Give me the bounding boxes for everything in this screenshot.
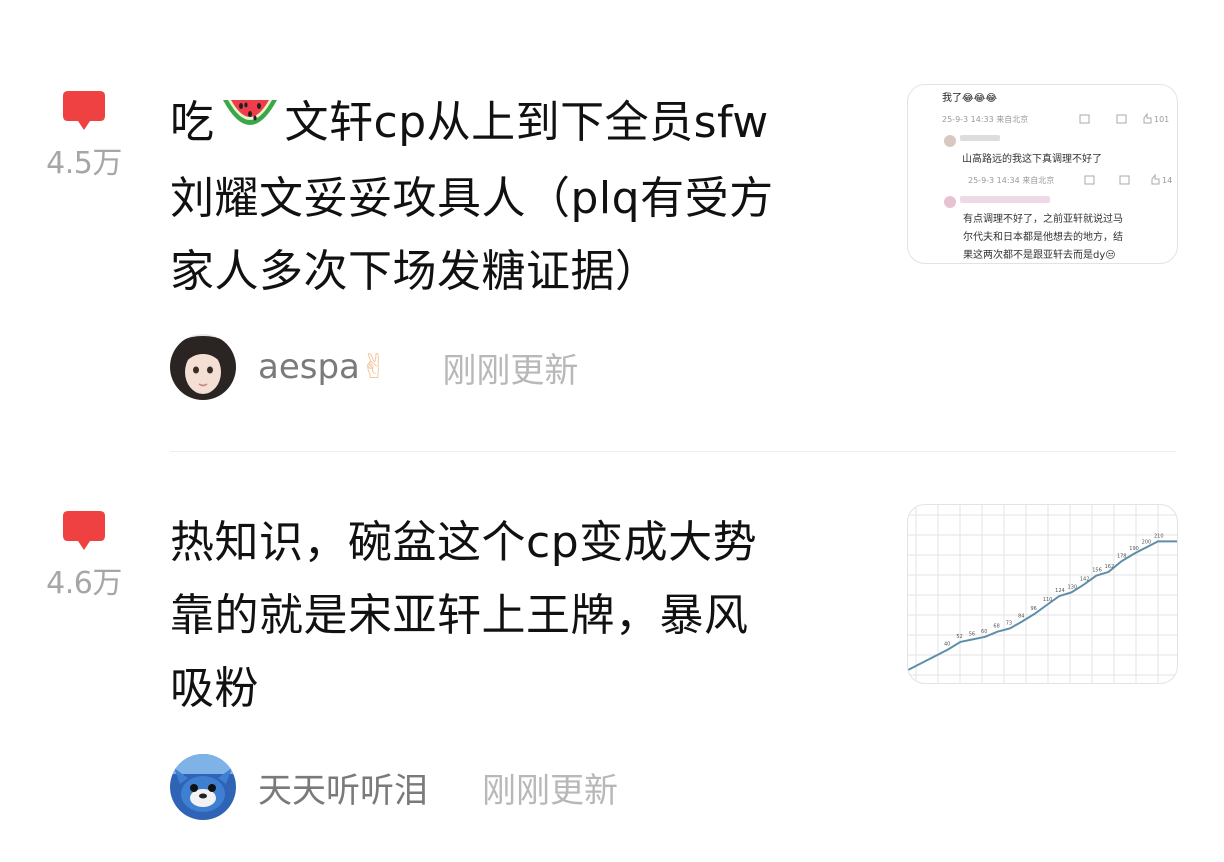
chart-point-label: 142 (1080, 577, 1090, 583)
chart-point-label: 130 (1068, 584, 1078, 590)
like-icon (1143, 112, 1152, 124)
update-time: 刚刚更新 (482, 770, 618, 811)
chart-point-label: 210 (1154, 533, 1164, 539)
avatar[interactable] (170, 754, 236, 820)
growth-line-chart: 40 52 56 60 68 73 84 96 110124130142156162178190… (908, 505, 1177, 683)
comment-count: 4.6万 (46, 566, 122, 601)
post-thumbnail[interactable]: 40 52 56 60 68 73 84 96 110 124 130 142 156 162 178 190… (907, 504, 1178, 684)
share-icon (1079, 114, 1090, 124)
chart-series-line (908, 540, 1177, 671)
title-line: 吸粉 (170, 663, 259, 714)
chart-point-label: 162 (1105, 564, 1115, 570)
post-title[interactable]: 吃 文轩cp从上到下全员sfw 刘耀文妥妥攻具人（plq有受方 家人多次下场发糖… (170, 86, 870, 308)
chart-point-label: 96 (1030, 606, 1036, 612)
comment-bubble-icon (63, 91, 105, 130)
comment-bubble-icon (63, 511, 105, 550)
comment-count-block: 4.5万 (36, 90, 132, 182)
thumb-like-count: 101 (1154, 115, 1169, 124)
post-thumbnail[interactable]: 我了😂😂😂 25-9-3 14:33 来自北京 101 山高路远的我这下真调理不… (907, 84, 1178, 264)
title-line: 吃 (170, 97, 215, 148)
author-name[interactable]: 天天听听泪 (258, 763, 428, 812)
title-line: 热知识，碗盆这个cp变成大势 (170, 517, 758, 568)
author-name[interactable]: aespa✌ (258, 347, 388, 387)
chart-point-label: 190 (1129, 546, 1139, 552)
thumb-comment-text: 果这两次都不是跟亚轩去而是dy😒 (963, 248, 1116, 261)
chart-point-label: 40 (944, 642, 950, 648)
thumb-comment-text: 尔代夫和日本都是他想去的地方，结 (963, 230, 1123, 243)
chart-point-label: 124 (1055, 588, 1065, 594)
title-line: 刘耀文妥妥攻具人（plq有受方 (170, 172, 774, 224)
comment-count: 4.5万 (46, 146, 122, 181)
chart-point-label: 84 (1018, 614, 1024, 620)
author-name-text: aespa (258, 347, 360, 387)
comment-icon (1116, 114, 1127, 124)
chart-point-label: 178 (1117, 554, 1127, 560)
thumb-comment-text: 山高路远的我这下真调理不好了 (962, 152, 1102, 165)
comment-count-block: 4.6万 (36, 510, 132, 602)
thumb-comment-text: 有点调理不好了，之前亚轩就说过马 (963, 212, 1123, 225)
chart-point-label: 56 (969, 631, 975, 637)
post-item[interactable]: 4.6万 热知识，碗盆这个cp变成大势 靠的就是宋亚轩上王牌，暴风 吸粉 天天听… (0, 452, 1224, 862)
post-item[interactable]: 4.5万 吃 文轩cp从上到下全员sfw 刘耀文妥妥攻具人（plq有受方 家人多… (0, 0, 1224, 452)
chart-point-label: 156 (1092, 568, 1102, 574)
thumb-comment-meta: 25-9-3 14:33 来自北京 (942, 114, 1028, 124)
avatar[interactable] (170, 334, 236, 400)
title-line: 家人多次下场发糖证据） (170, 245, 660, 297)
chart-point-label: 68 (993, 624, 999, 630)
post-title[interactable]: 热知识，碗盆这个cp变成大势 靠的就是宋亚轩上王牌，暴风 吸粉 (170, 506, 870, 725)
chart-point-label: 200 (1142, 540, 1152, 546)
thumb-like-count: 14 (1162, 176, 1172, 185)
chart-point-label: 110 (1043, 597, 1053, 603)
watermelon-icon (219, 89, 281, 162)
title-line: 靠的就是宋亚轩上王牌，暴风 (170, 590, 749, 641)
thumb-first-text: 我了😂😂😂 (942, 92, 997, 104)
chart-point-label: 60 (981, 629, 987, 635)
update-time: 刚刚更新 (442, 350, 579, 391)
chart-point-label: 73 (1006, 621, 1012, 627)
author-row[interactable]: 天天听听泪 刚刚更新 (170, 754, 618, 820)
chart-point-label: 52 (956, 634, 962, 640)
thumb-comment-meta: 25-9-3 14:34 来自北京 (968, 175, 1054, 185)
author-row[interactable]: aespa✌ 刚刚更新 (170, 334, 578, 400)
title-line: 文轩cp从上到下全员sfw (284, 97, 769, 148)
victory-hand-icon: ✌ (359, 347, 389, 387)
